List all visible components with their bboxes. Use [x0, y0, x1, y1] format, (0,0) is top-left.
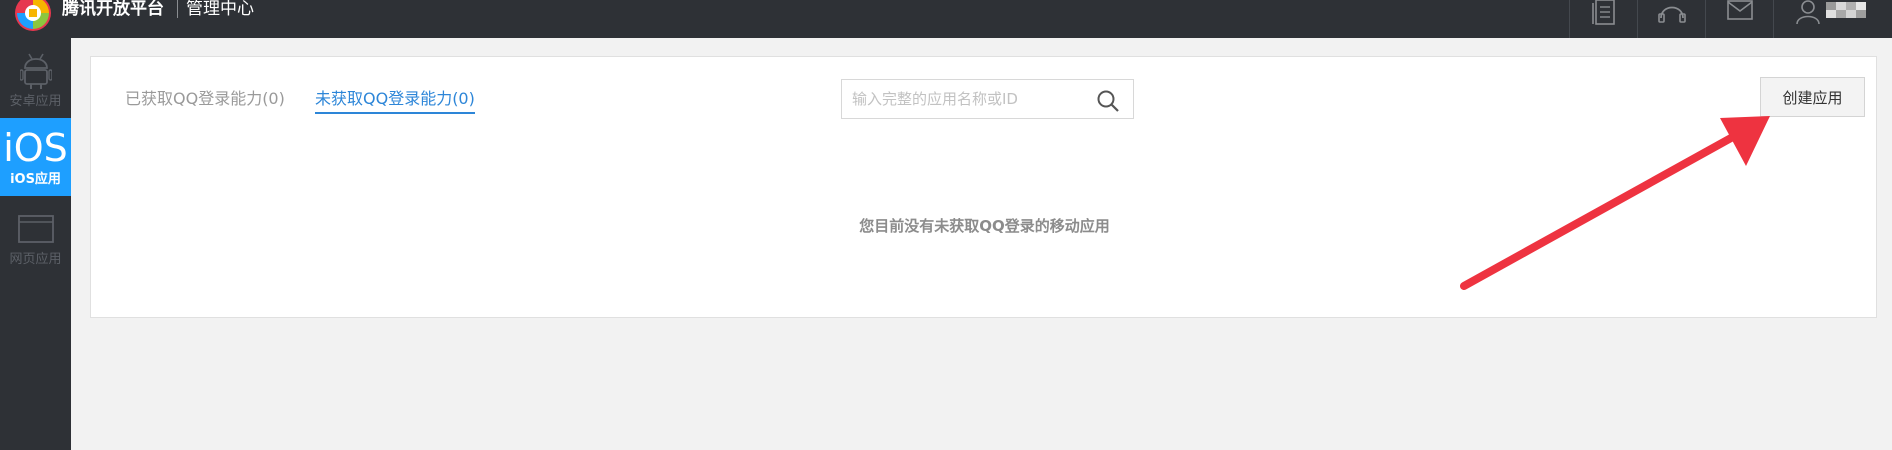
- tencent-open-platform-logo[interactable]: [14, 0, 52, 32]
- management-center-title[interactable]: 管理中心: [186, 0, 254, 19]
- top-navigation-bar: 腾讯开放平台 管理中心: [0, 0, 1892, 38]
- brand-divider: [177, 0, 178, 18]
- headset-icon: [1657, 6, 1686, 23]
- app-list-panel: 已获取QQ登录能力(0) 未获取QQ登录能力(0) 创建应用 您目前没有未获取Q…: [90, 56, 1877, 318]
- tab-has-qq-login[interactable]: 已获取QQ登录能力(0): [125, 85, 285, 109]
- app-search-box[interactable]: [841, 79, 1134, 119]
- android-icon: [19, 53, 52, 89]
- sidebar-item-android[interactable]: 安卓应用: [0, 52, 71, 122]
- mail-icon: [1726, 0, 1753, 20]
- sidebar-item-label: 网页应用: [9, 252, 62, 267]
- sidebar-item-ios[interactable]: iOS iOS应用: [0, 118, 71, 196]
- empty-state-message: 您目前没有未获取QQ登录的移动应用: [859, 217, 1110, 235]
- message-button[interactable]: [1705, 0, 1773, 38]
- redacted-username: [1826, 0, 1868, 20]
- brand-name[interactable]: 腾讯开放平台: [62, 0, 164, 19]
- app-search-input[interactable]: [852, 88, 1092, 110]
- customer-service-button[interactable]: [1637, 0, 1705, 38]
- tab-no-qq-login[interactable]: 未获取QQ登录能力(0): [315, 85, 475, 114]
- user-icon: [1796, 0, 1820, 24]
- document-button[interactable]: [1569, 0, 1637, 38]
- sidebar-item-label: 安卓应用: [9, 94, 62, 109]
- ios-text-icon: iOS: [3, 126, 68, 170]
- left-sidebar: 安卓应用 iOS iOS应用 网页应用: [0, 38, 71, 450]
- document-icon: [1591, 0, 1615, 25]
- sidebar-item-web[interactable]: 网页应用: [0, 214, 71, 284]
- search-icon[interactable]: [1096, 89, 1120, 113]
- create-app-button[interactable]: 创建应用: [1760, 77, 1865, 117]
- browser-window-icon: [17, 215, 54, 243]
- sidebar-item-label: iOS应用: [10, 172, 61, 187]
- empty-state: 您目前没有未获取QQ登录的移动应用: [91, 215, 1878, 236]
